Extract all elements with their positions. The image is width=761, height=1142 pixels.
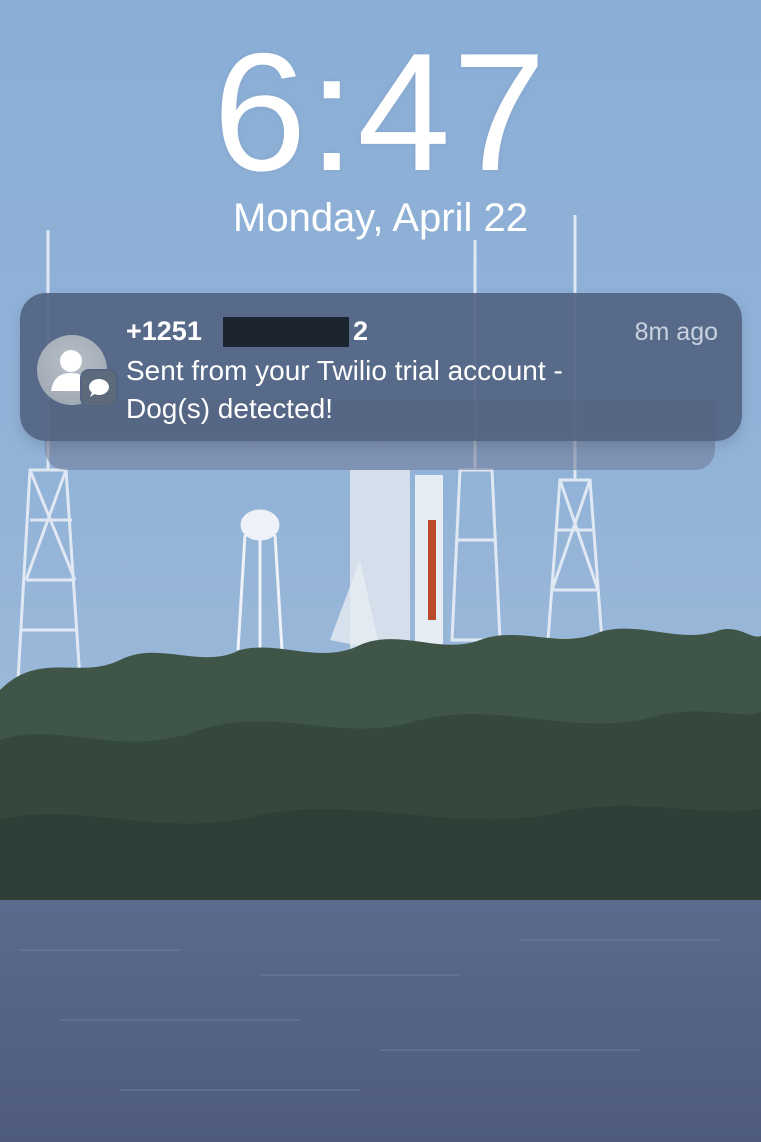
notification-sender: +1251 xyxy=(126,316,202,346)
redaction-bar xyxy=(223,317,349,347)
sms-notification[interactable]: +1251 2 8m ago Sent from your Twilio tri… xyxy=(20,293,742,441)
notification-message: Sent from your Twilio trial account - Do… xyxy=(126,352,716,428)
messages-icon xyxy=(80,369,118,407)
notification-sender-suffix: 2 xyxy=(353,316,369,346)
notification-time: 8m ago xyxy=(634,318,718,346)
lockscreen-clock: 6:47 xyxy=(213,18,548,206)
message-line-2: Dog(s) detected! xyxy=(126,393,333,424)
message-line-1: Sent from your Twilio trial account - xyxy=(126,355,563,386)
lockscreen-date: Monday, April 22 xyxy=(233,196,528,240)
